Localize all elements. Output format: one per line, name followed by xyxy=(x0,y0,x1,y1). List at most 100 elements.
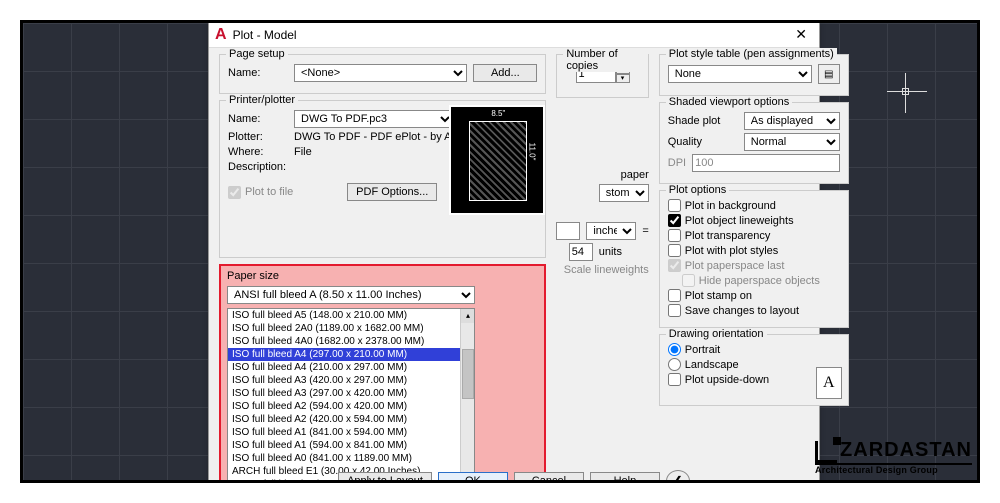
plot-lineweights-label: Plot object lineweights xyxy=(685,215,794,227)
paper-option[interactable]: ISO full bleed A5 (148.00 x 210.00 MM) xyxy=(228,309,474,322)
upside-down-label: Plot upside-down xyxy=(685,374,769,386)
pdf-options-button[interactable]: PDF Options... xyxy=(347,183,437,201)
paper-option[interactable]: ISO full bleed 2A0 (1189.00 x 1682.00 MM… xyxy=(228,322,474,335)
help-button[interactable]: Help xyxy=(590,472,660,483)
dialog-title: Plot - Model xyxy=(233,28,790,42)
paper-option[interactable]: ISO full bleed A2 (594.00 x 420.00 MM) xyxy=(228,400,474,413)
brand-logo: ZARDASTAN Architectural Design Group xyxy=(815,439,972,475)
paper-size-group: Paper size ANSI full bleed A (8.50 x 11.… xyxy=(219,264,546,483)
paper-option[interactable]: ISO full bleed A4 (297.00 x 210.00 MM) xyxy=(228,348,474,361)
plot-lineweights-checkbox[interactable] xyxy=(668,214,681,227)
preview-width: 8.5" xyxy=(469,109,527,118)
printer-name-label: Name: xyxy=(228,113,288,125)
portrait-radio[interactable] xyxy=(668,343,681,356)
apply-to-layout-button[interactable]: Apply to Layout xyxy=(338,472,432,483)
units-select[interactable]: inches xyxy=(586,222,636,240)
plot-style-select[interactable]: None xyxy=(668,65,812,83)
brand-subtitle: Architectural Design Group xyxy=(815,463,972,475)
paper-option[interactable]: ISO full bleed A1 (594.00 x 841.00 MM) xyxy=(228,439,474,452)
plot-dialog: A Plot - Model ✕ Page setup Name: <None>… xyxy=(208,21,820,483)
titlebar: A Plot - Model ✕ xyxy=(209,22,819,48)
paper-option[interactable]: ISO full bleed 4A0 (1682.00 x 2378.00 MM… xyxy=(228,335,474,348)
save-changes-label: Save changes to layout xyxy=(685,305,799,317)
plot-to-file-checkbox xyxy=(228,186,241,199)
printer-legend: Printer/plotter xyxy=(226,94,298,106)
copies-legend: Number of copies xyxy=(563,48,647,72)
portrait-label: Portrait xyxy=(685,344,720,356)
paper-size-dropdown[interactable]: ▴ ▾ ISO full bleed A5 (148.00 x 210.00 M… xyxy=(227,308,475,483)
upside-down-checkbox[interactable] xyxy=(668,373,681,386)
paper-option[interactable]: ISO full bleed A3 (420.00 x 297.00 MM) xyxy=(228,374,474,387)
cancel-button[interactable]: Cancel xyxy=(514,472,584,483)
shaded-viewport-group: Shaded viewport options Shade plotAs dis… xyxy=(659,102,849,184)
paper-size-select[interactable]: ANSI full bleed A (8.50 x 11.00 Inches) xyxy=(227,286,475,304)
add-button[interactable]: Add... xyxy=(473,64,537,82)
scroll-thumb[interactable] xyxy=(462,349,474,399)
shade-plot-select[interactable]: As displayed xyxy=(744,112,840,130)
orientation-legend: Drawing orientation xyxy=(666,328,767,340)
where-value: File xyxy=(294,146,312,158)
equals-label: = xyxy=(642,225,648,237)
dropdown-scrollbar[interactable]: ▴ ▾ xyxy=(460,309,474,483)
plot-style-group: Plot style table (pen assignments) None … xyxy=(659,54,849,96)
units-input[interactable] xyxy=(569,243,593,261)
shade-plot-label: Shade plot xyxy=(668,115,738,127)
preview-height: 11.0" xyxy=(528,143,537,161)
paper-size-legend: Paper size xyxy=(227,270,538,282)
hide-paperspace-checkbox xyxy=(682,274,695,287)
dpi-label: DPI xyxy=(668,157,686,169)
paper-option[interactable]: ISO full bleed A1 (841.00 x 594.00 MM) xyxy=(228,426,474,439)
paper-option[interactable]: ISO full bleed A2 (420.00 x 594.00 MM) xyxy=(228,413,474,426)
plot-options-legend: Plot options xyxy=(666,184,729,196)
description-label: Description: xyxy=(228,161,288,173)
plot-stamp-label: Plot stamp on xyxy=(685,290,752,302)
page-setup-legend: Page setup xyxy=(226,48,288,60)
save-changes-checkbox[interactable] xyxy=(668,304,681,317)
scale-num-input[interactable] xyxy=(556,222,580,240)
scale-lineweights-label: Scale lineweights xyxy=(564,264,649,276)
units-label: units xyxy=(599,246,649,258)
plot-background-label: Plot in background xyxy=(685,200,776,212)
paper-preview: 8.5" 11.0" xyxy=(449,105,545,215)
paperspace-last-checkbox xyxy=(668,259,681,272)
plot-transparency-label: Plot transparency xyxy=(685,230,771,242)
orientation-preview-icon: A xyxy=(816,367,842,399)
plotter-label: Plotter: xyxy=(228,131,288,143)
plot-style-edit-icon[interactable]: ▤ xyxy=(818,64,840,84)
page-setup-group: Page setup Name: <None> Add... xyxy=(219,54,546,94)
paper-option[interactable]: ISO full bleed A0 (841.00 x 1189.00 MM) xyxy=(228,452,474,465)
crosshair-cursor xyxy=(887,73,927,113)
quality-select[interactable]: Normal xyxy=(744,133,840,151)
paper-partial-label: paper xyxy=(621,169,649,181)
scale-select[interactable]: stom xyxy=(599,184,649,202)
hide-paperspace-label: Hide paperspace objects xyxy=(699,275,820,287)
name-label: Name: xyxy=(228,67,288,79)
landscape-radio[interactable] xyxy=(668,358,681,371)
plot-options-group: Plot options Plot in background Plot obj… xyxy=(659,190,849,328)
page-setup-name-select[interactable]: <None> xyxy=(294,64,467,82)
ok-button[interactable]: OK xyxy=(438,472,508,483)
printer-name-select[interactable]: DWG To PDF.pc3 xyxy=(294,110,454,128)
paperspace-last-label: Plot paperspace last xyxy=(685,260,785,272)
brand-name: ZARDASTAN xyxy=(840,439,972,461)
close-button[interactable]: ✕ xyxy=(789,26,813,43)
plot-styles-label: Plot with plot styles xyxy=(685,245,779,257)
landscape-label: Landscape xyxy=(685,359,739,371)
dpi-input xyxy=(692,154,840,172)
expand-button[interactable]: ❮ xyxy=(666,470,690,483)
plot-background-checkbox[interactable] xyxy=(668,199,681,212)
plot-styles-checkbox[interactable] xyxy=(668,244,681,257)
plot-stamp-checkbox[interactable] xyxy=(668,289,681,302)
copies-group: Number of copies ▴▾ xyxy=(556,54,648,98)
copies-down[interactable]: ▾ xyxy=(616,74,630,83)
autocad-icon: A xyxy=(215,26,227,44)
quality-label: Quality xyxy=(668,136,738,148)
paper-option[interactable]: ISO full bleed A3 (297.00 x 420.00 MM) xyxy=(228,387,474,400)
where-label: Where: xyxy=(228,146,288,158)
shaded-legend: Shaded viewport options xyxy=(666,96,792,108)
plot-transparency-checkbox[interactable] xyxy=(668,229,681,242)
plot-to-file-label: Plot to file xyxy=(245,186,293,198)
paper-option[interactable]: ISO full bleed A4 (210.00 x 297.00 MM) xyxy=(228,361,474,374)
scroll-up-arrow[interactable]: ▴ xyxy=(461,309,475,323)
printer-group: Printer/plotter Name: DWG To PDF.pc3 Pro… xyxy=(219,100,546,258)
